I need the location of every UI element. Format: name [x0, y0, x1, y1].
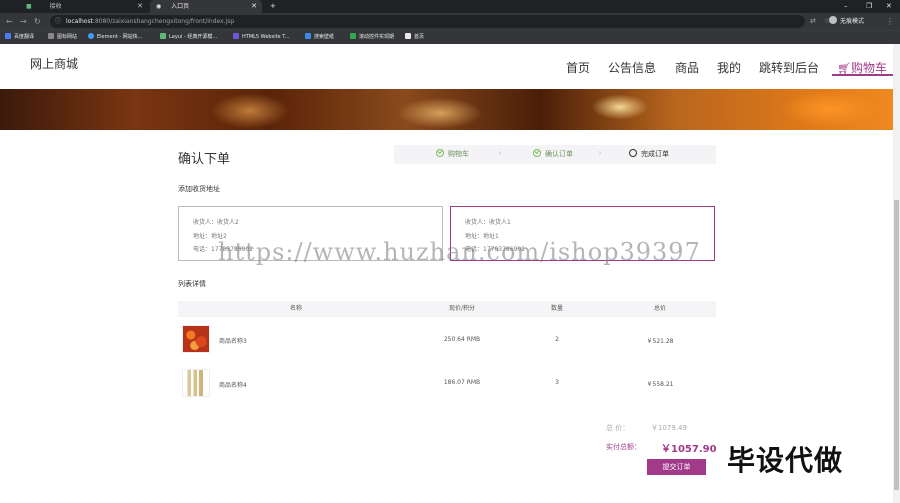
step-cart: 购物车 [436, 149, 469, 160]
subtotal-value: ￥1079.49 [651, 424, 687, 432]
column-price: 现价/积分 [448, 305, 476, 312]
address-name: 收货人：收货人2 [193, 219, 239, 226]
product-qty: 2 [555, 336, 559, 343]
bookmark-icon [305, 33, 311, 39]
incognito-icon [828, 16, 837, 24]
subtotal-label: 总 价： [606, 424, 630, 432]
site-info-icon[interactable]: ⓘ [55, 15, 61, 28]
product-name: 商品名称4 [219, 382, 247, 389]
browser-menu-icon[interactable]: ⋮ [886, 13, 894, 30]
nav-mine[interactable]: 我的 [717, 59, 741, 76]
close-tab-icon[interactable]: ✕ [251, 0, 257, 13]
forward-icon[interactable]: → [20, 13, 27, 30]
product-price: 186.07 RMB [443, 379, 481, 386]
chevron-right-icon: › [598, 148, 602, 159]
chevron-right-icon: › [498, 148, 502, 159]
bookmark-item[interactable]: HTML5 Website T... [233, 30, 289, 44]
maximize-icon[interactable]: ❐ [866, 0, 872, 13]
bookmark-icon [5, 33, 11, 39]
site-logo[interactable]: 网上商城 [30, 55, 78, 72]
tab-favicon-icon: ◉ [156, 3, 162, 10]
bookmark-item[interactable]: 滚动控件实现期 [350, 30, 394, 44]
nav-home[interactable]: 首页 [566, 59, 590, 76]
translate-icon[interactable]: ⇄ [810, 13, 816, 30]
banner-image [0, 89, 900, 130]
page-title: 确认下单 [178, 152, 231, 167]
column-total: 总价 [653, 305, 666, 312]
new-tab-button[interactable]: + [270, 0, 276, 13]
submit-order-button[interactable]: 提交订单 [647, 459, 706, 475]
bookmark-item[interactable]: 首页 [405, 30, 424, 44]
check-circle-icon [533, 149, 541, 157]
product-total: ￥521.28 [646, 338, 674, 345]
nav-admin[interactable]: 跳转到后台 [759, 59, 819, 76]
pay-total-value: ￥1057.90 [661, 444, 717, 455]
address-section-title: 添加收货地址 [178, 185, 220, 193]
close-window-icon[interactable]: ✕ [886, 0, 892, 13]
circle-icon [629, 149, 637, 157]
product-thumbnail[interactable] [182, 369, 210, 397]
bookmark-icon [350, 33, 356, 39]
bookmark-item[interactable]: 百度翻译 [5, 30, 34, 44]
watermark-text: https://www.huzhan.com/ishop39397 [218, 238, 701, 266]
step-confirm: 确认订单 [533, 149, 573, 160]
promo-stamp: 毕设代做 [727, 444, 844, 477]
check-circle-icon [436, 149, 444, 157]
reload-icon[interactable]: ↻ [34, 13, 41, 30]
close-tab-icon[interactable]: ✕ [137, 0, 143, 13]
product-thumbnail[interactable] [182, 325, 210, 353]
tab-favicon-icon: ■ [26, 3, 32, 10]
bookmark-icon [405, 33, 411, 39]
bookmark-item[interactable]: 搜索壁纸 [305, 30, 334, 44]
bookmark-item[interactable]: Element - 网站快... [88, 30, 142, 44]
list-section-title: 列表详情 [178, 280, 206, 288]
incognito-profile[interactable]: 无痕模式 [828, 15, 864, 28]
address-name: 收货人：收货人1 [465, 219, 511, 226]
product-total: ￥558.21 [646, 381, 674, 388]
product-name: 商品名称3 [219, 338, 247, 345]
column-qty: 数量 [550, 305, 563, 312]
pay-total-label: 实付总额： [606, 443, 641, 451]
minimize-icon[interactable]: – [844, 0, 848, 13]
bookmark-icon [48, 33, 54, 39]
browser-tab-2[interactable]: ■ 接收 ✕ [20, 0, 148, 13]
browser-tab-active[interactable]: ◉ 入口页 ✕ [150, 0, 262, 13]
product-qty: 3 [555, 379, 559, 386]
nav-active-underline [832, 74, 894, 76]
url-input[interactable]: ⓘ localhost:8080/zaixianshangchengxitong… [50, 15, 805, 28]
bookmark-icon [160, 33, 166, 39]
nav-products[interactable]: 商品 [675, 59, 699, 76]
bookmark-item[interactable]: Layui - 经典开源模... [160, 30, 217, 44]
bookmark-icon [88, 33, 94, 39]
back-icon[interactable]: ← [6, 13, 13, 30]
bookmark-icon [233, 33, 239, 39]
scrollbar-thumb[interactable] [894, 200, 899, 490]
bookmark-item[interactable]: 图标网站 [48, 30, 77, 44]
nav-notices[interactable]: 公告信息 [608, 59, 656, 76]
step-complete: 完成订单 [629, 149, 669, 160]
browser-tab-1[interactable] [0, 0, 18, 13]
product-price: 250.64 RMB [443, 336, 481, 343]
column-name: 名称 [289, 305, 302, 312]
